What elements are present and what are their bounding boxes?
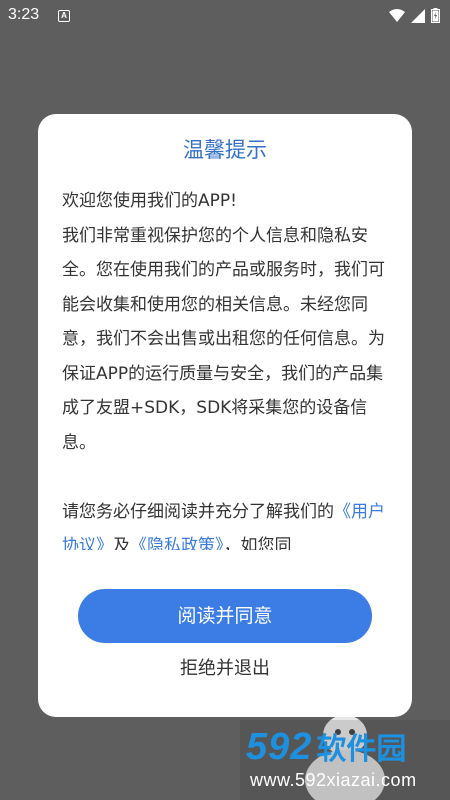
and-text: 及 <box>113 536 130 550</box>
privacy-statement: 我们非常重视保护您的个人信息和隐私安全。您在使用我们的产品或服务时，我们可能会收… <box>62 225 385 453</box>
signal-icon <box>411 8 425 23</box>
read-notice-tail: ，如您同 <box>223 536 292 550</box>
agree-button[interactable]: 阅读并同意 <box>78 589 372 643</box>
watermark-brand-name: 软件园 <box>316 732 407 767</box>
watermark-url: www.592xiazai.com <box>250 770 417 790</box>
reject-exit-button[interactable]: 拒绝并退出 <box>38 654 412 680</box>
watermark-brand: 592 软件园 <box>246 724 406 769</box>
privacy-policy-link[interactable]: 《隐私政策》 <box>130 536 224 550</box>
dialog-body-scroll[interactable]: 欢迎您使用我们的APP! 我们非常重视保护您的个人信息和隐私安全。您在使用我们的… <box>62 184 394 550</box>
privacy-dialog: 温馨提示 欢迎您使用我们的APP! 我们非常重视保护您的个人信息和隐私安全。您在… <box>38 114 412 717</box>
watermark: 592 软件园 www.592xiazai.com <box>240 720 450 800</box>
wifi-icon <box>389 8 405 22</box>
read-notice-text: 请您务必仔细阅读并充分了解我们的 <box>62 501 334 522</box>
status-bar: 3:23 A <box>0 0 450 32</box>
dialog-title: 温馨提示 <box>183 138 267 162</box>
status-time: 3:23 <box>8 6 40 23</box>
welcome-line: 欢迎您使用我们的APP! <box>62 191 237 211</box>
status-icons <box>389 8 440 23</box>
notification-app-icon: A <box>58 10 70 22</box>
battery-icon <box>431 8 440 23</box>
read-notice: 请您务必仔细阅读并充分了解我们的《用户协议》及《隐私政策》，如您同 <box>62 495 394 551</box>
screen: 3:23 A 592 软件园 www.592xiazai.com 温馨提示 欢迎… <box>0 0 450 800</box>
watermark-brand-number: 592 <box>246 726 313 768</box>
